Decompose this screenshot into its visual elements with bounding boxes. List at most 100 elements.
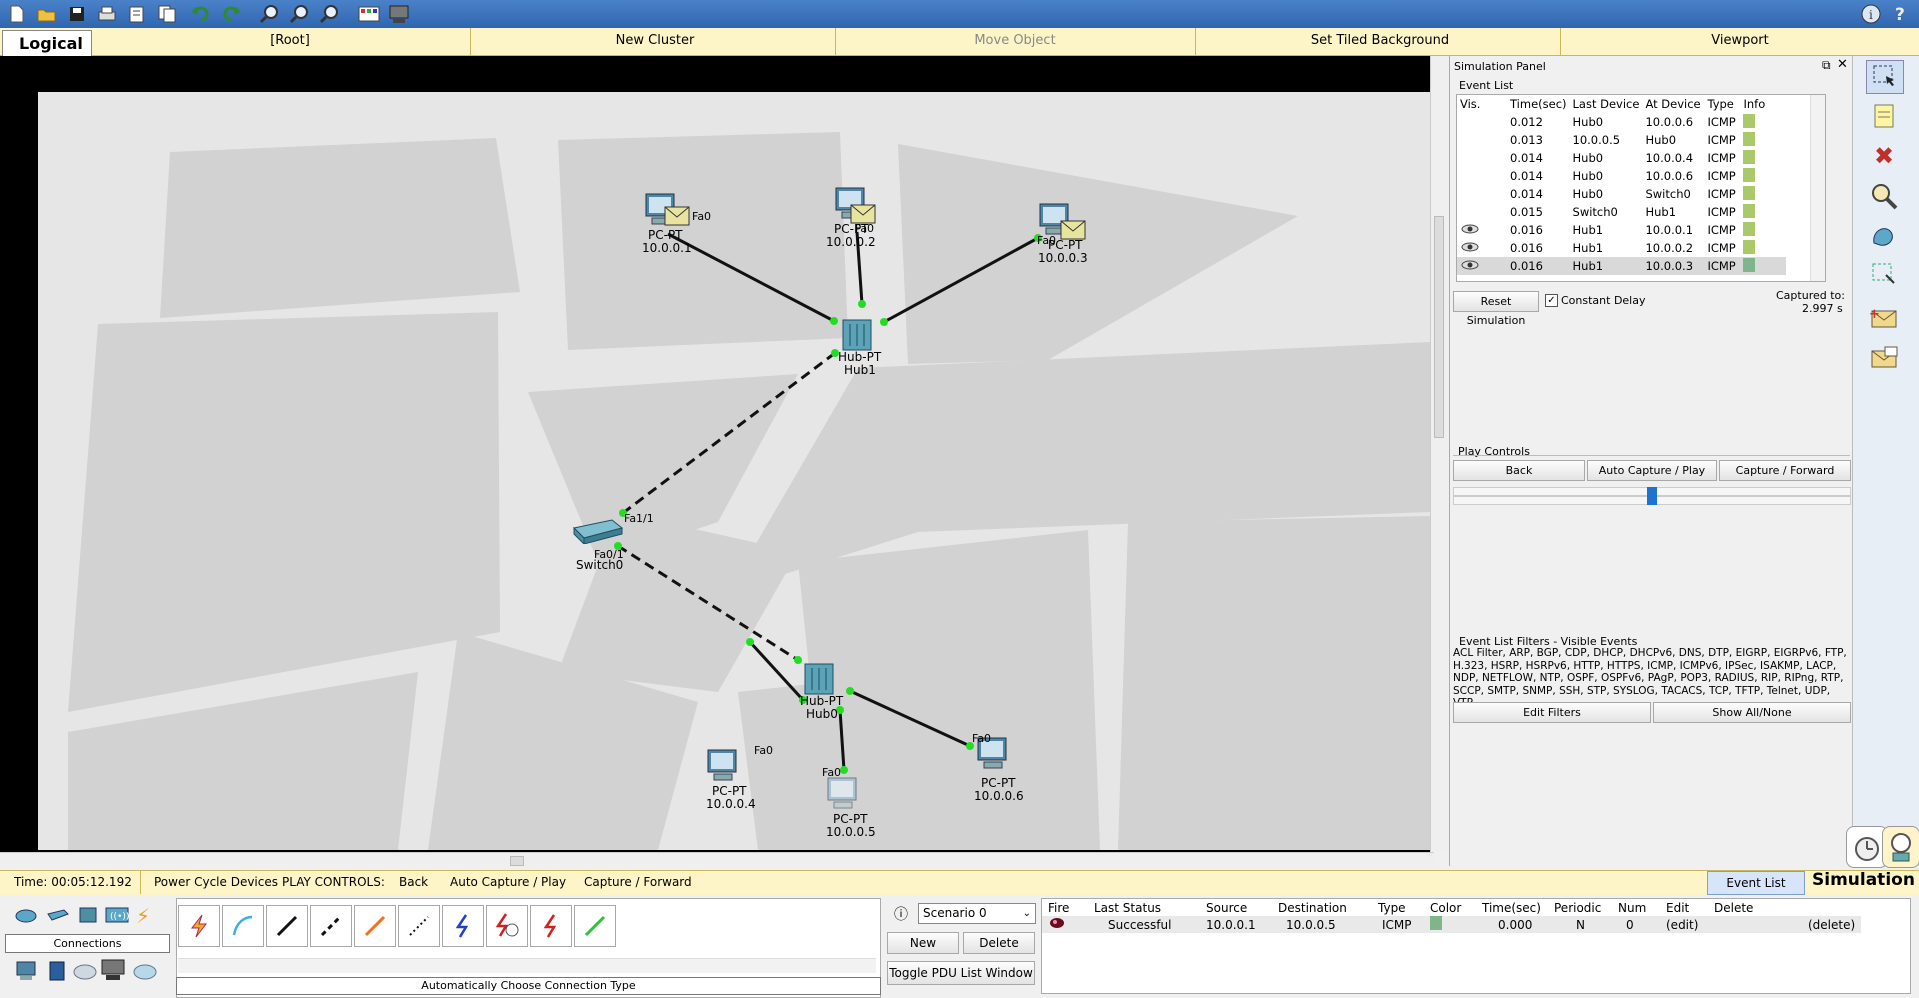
toggle-pdu-list-button[interactable]: Toggle PDU List Window [887, 961, 1035, 985]
copy-icon[interactable] [156, 3, 178, 25]
redo-icon[interactable] [220, 3, 242, 25]
scenario-select[interactable]: Scenario 0 ⌄ [918, 903, 1036, 924]
status-back-button[interactable]: Back [399, 875, 428, 889]
multiuser-category-icon[interactable] [132, 962, 158, 982]
event-list-scrollbar[interactable] [1810, 95, 1825, 281]
wireless-category-icon[interactable]: ((•)) [104, 906, 130, 924]
octal-cable-icon[interactable] [574, 905, 616, 947]
info-color-swatch[interactable] [1743, 257, 1756, 272]
vis-cell[interactable] [1457, 113, 1507, 131]
help-icon[interactable]: ? [1890, 3, 1912, 25]
auto-capture-play-button[interactable]: Auto Capture / Play [1587, 460, 1717, 481]
copper-cross-over-icon[interactable] [310, 905, 352, 947]
connections-category-icon[interactable]: ⚡ [136, 904, 160, 928]
switches-category-icon[interactable] [46, 906, 70, 924]
wan-emulation-category-icon[interactable] [72, 962, 98, 982]
back-button[interactable]: Back [1453, 460, 1585, 481]
custom-device-icon[interactable] [388, 3, 410, 25]
info-color-swatch[interactable] [1743, 131, 1756, 146]
hub-icon[interactable] [802, 662, 836, 696]
info-color-swatch[interactable] [1743, 185, 1756, 200]
undock-icon[interactable]: ⧉ [1822, 58, 1831, 73]
event-row[interactable]: 0.013 10.0.0.5 Hub0 ICMP [1457, 131, 1786, 149]
event-info-cell[interactable] [1740, 185, 1786, 203]
status-capture-forward-button[interactable]: Capture / Forward [584, 875, 692, 889]
event-list-button[interactable]: Event List [1707, 871, 1805, 895]
print-icon[interactable] [96, 3, 118, 25]
info-color-swatch[interactable] [1743, 203, 1756, 218]
serial-dce-icon[interactable] [486, 905, 528, 947]
new-cluster-button[interactable]: New Cluster [560, 33, 750, 48]
vis-cell[interactable] [1457, 167, 1507, 185]
pdu-list-table[interactable]: Fire Last Status Source Destination Type… [1041, 898, 1911, 994]
reset-simulation-button[interactable]: Reset Simulation [1453, 291, 1539, 327]
status-auto-capture-play-button[interactable]: Auto Capture / Play [450, 875, 566, 889]
eye-icon[interactable] [1460, 223, 1480, 235]
new-scenario-button[interactable]: New [887, 932, 959, 954]
capture-forward-button[interactable]: Capture / Forward [1719, 460, 1851, 481]
add-complex-pdu-icon[interactable] [1866, 342, 1902, 374]
eye-icon[interactable] [1460, 241, 1480, 253]
event-row[interactable]: 0.012 Hub0 10.0.0.6 ICMP [1457, 113, 1786, 131]
constant-delay-checkbox[interactable]: ✓ [1545, 294, 1558, 307]
hub-icon[interactable] [840, 318, 874, 352]
horizontal-scrollbar[interactable] [0, 852, 1434, 869]
pc-icon[interactable] [704, 748, 748, 784]
edit-filters-button[interactable]: Edit Filters [1453, 702, 1651, 723]
fire-icon[interactable] [1048, 917, 1066, 929]
new-file-icon[interactable] [6, 3, 28, 25]
info-color-swatch[interactable] [1743, 239, 1756, 254]
vis-cell[interactable] [1457, 239, 1507, 257]
connection-list-scrollbar[interactable] [178, 958, 876, 973]
slider-thumb[interactable] [1647, 487, 1657, 505]
info-color-swatch[interactable] [1743, 221, 1756, 236]
zoom-reset-icon[interactable] [288, 3, 310, 25]
event-info-cell[interactable] [1740, 203, 1786, 221]
scroll-thumb[interactable] [1434, 216, 1444, 438]
open-folder-icon[interactable] [36, 3, 58, 25]
inspect-icon[interactable] [1866, 180, 1902, 212]
power-cycle-devices-button[interactable]: Power Cycle Devices [154, 875, 278, 889]
event-row[interactable]: 0.015 Switch0 Hub1 ICMP [1457, 203, 1786, 221]
move-object-button[interactable]: Move Object [920, 33, 1110, 48]
info-icon[interactable]: i [1860, 3, 1882, 25]
vertical-scrollbar[interactable] [1430, 56, 1447, 852]
fire-cell[interactable] [1042, 916, 1088, 933]
event-row[interactable]: 0.014 Hub0 10.0.0.4 ICMP [1457, 149, 1786, 167]
event-list-table[interactable]: Vis. Time(sec) Last Device At Device Typ… [1456, 94, 1826, 282]
select-icon[interactable] [1866, 60, 1904, 94]
simulation-mode-label[interactable]: Simulation [1812, 870, 1915, 890]
info-color-swatch[interactable] [1743, 149, 1756, 164]
activity-wizard-icon[interactable] [126, 3, 148, 25]
viewport-button[interactable]: Viewport [1640, 33, 1840, 48]
components-category-icon[interactable] [46, 960, 68, 982]
vis-cell[interactable] [1457, 221, 1507, 239]
zoom-in-icon[interactable] [258, 3, 280, 25]
vis-cell[interactable] [1457, 203, 1507, 221]
custom-devices-category-icon[interactable] [100, 958, 126, 982]
event-info-cell[interactable] [1740, 257, 1786, 275]
event-row[interactable]: 0.016 Hub1 10.0.0.2 ICMP [1457, 239, 1786, 257]
edit-link[interactable]: (edit) [1660, 916, 1708, 933]
undo-icon[interactable] [190, 3, 212, 25]
event-row[interactable]: 0.014 Hub0 Switch0 ICMP [1457, 185, 1786, 203]
table-row[interactable]: Successful 10.0.0.1 10.0.0.5 ICMP 0.000 … [1042, 916, 1862, 933]
event-info-cell[interactable] [1740, 131, 1786, 149]
phone-cable-icon[interactable] [398, 905, 440, 947]
event-info-cell[interactable] [1740, 167, 1786, 185]
delete-link[interactable]: (delete) [1708, 916, 1861, 933]
coaxial-icon[interactable] [442, 905, 484, 947]
save-icon[interactable] [66, 3, 88, 25]
eye-icon[interactable] [1460, 259, 1480, 271]
logical-workspace-canvas[interactable]: Fa0 PC-PT 10.0.0.1 Fa0 PC-PT 10.0.0.2 Fa… [38, 92, 1430, 850]
vis-cell[interactable] [1457, 131, 1507, 149]
root-button[interactable]: [Root] [230, 33, 350, 48]
palette-icon[interactable] [358, 3, 380, 25]
switch-icon[interactable] [572, 518, 624, 546]
delete-scenario-button[interactable]: Delete [963, 932, 1035, 954]
note-icon[interactable] [1866, 100, 1902, 132]
resize-icon[interactable] [1866, 258, 1902, 290]
vis-cell[interactable] [1457, 185, 1507, 203]
play-speed-slider[interactable] [1453, 487, 1851, 505]
serial-dte-icon[interactable] [530, 905, 572, 947]
